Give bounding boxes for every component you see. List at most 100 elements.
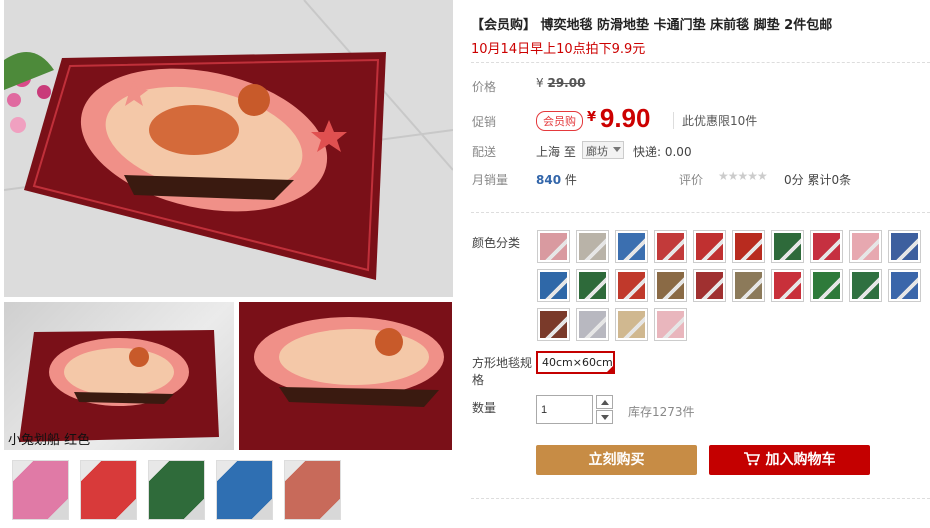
color-swatch[interactable]: [888, 230, 921, 263]
swatch-thumbnail: [540, 311, 567, 338]
swatch-thumbnail: [657, 311, 684, 338]
swatch-thumbnail: [696, 272, 723, 299]
original-price-value: 29.00: [547, 76, 586, 90]
color-swatch[interactable]: [615, 230, 648, 263]
swatch-thumbnail: [657, 233, 684, 260]
size-option-label: 40cm×60cm: [542, 356, 613, 369]
swatch-thumbnail: [852, 233, 879, 260]
swatch-thumbnail: [774, 233, 801, 260]
color-swatch[interactable]: [888, 269, 921, 302]
main-product-image[interactable]: [4, 0, 453, 297]
product-subtitle: 10月14日早上10点拍下9.9元: [471, 42, 646, 57]
color-swatch[interactable]: [849, 230, 882, 263]
swatch-thumbnail: [579, 311, 606, 338]
swatch-thumbnail: [618, 233, 645, 260]
thumbnail-strip: [12, 460, 341, 520]
color-swatch[interactable]: [732, 230, 765, 263]
thumbnail[interactable]: [148, 460, 205, 520]
color-swatch[interactable]: [537, 230, 570, 263]
secondary-image-1[interactable]: 小兔划船 红色: [4, 302, 234, 450]
swatch-thumbnail: [618, 311, 645, 338]
promo-label: 促销: [472, 115, 497, 129]
swatch-thumbnail: [618, 272, 645, 299]
promo-price-value: 9.90: [599, 103, 651, 133]
thumbnail[interactable]: [216, 460, 273, 520]
color-swatch[interactable]: [654, 269, 687, 302]
sales-count: 840: [536, 173, 562, 187]
swatch-thumbnail: [891, 233, 918, 260]
destination-select[interactable]: 廊坊: [582, 141, 624, 159]
quantity-input[interactable]: [536, 395, 593, 424]
thumbnail[interactable]: [284, 460, 341, 520]
currency-symbol: ¥: [587, 110, 597, 125]
color-swatch[interactable]: [576, 269, 609, 302]
color-swatch[interactable]: [576, 308, 609, 341]
sales-unit: 件: [564, 173, 577, 187]
rug-illustration: [239, 302, 452, 450]
color-swatch[interactable]: [849, 269, 882, 302]
divider: [471, 62, 930, 63]
color-swatch[interactable]: [771, 269, 804, 302]
color-swatch[interactable]: [654, 308, 687, 341]
stock-count: 库存1273件: [628, 405, 695, 419]
quantity-label: 数量: [472, 401, 497, 415]
color-swatch[interactable]: [537, 269, 570, 302]
color-swatch-grid: [537, 230, 927, 341]
chevron-down-icon: [613, 147, 621, 152]
quantity-increase-button[interactable]: [596, 395, 613, 409]
original-price: ¥ 29.00: [536, 76, 585, 90]
review-score[interactable]: 0分 累计0条: [784, 171, 851, 188]
shipping-fee: 快递: 0.00: [633, 145, 692, 159]
shipping-label: 配送: [472, 145, 497, 159]
secondary-image-2[interactable]: [239, 302, 452, 450]
product-page: 小兔划船 红色 【会员购】 博奕地毯 防滑地垫 卡通门垫 床前毯 脚垫 2件包邮…: [0, 0, 930, 528]
color-swatch[interactable]: [615, 308, 648, 341]
monthly-sales: 840 件: [536, 171, 577, 188]
monthly-sales-label: 月销量: [472, 173, 509, 187]
swatch-thumbnail: [540, 272, 567, 299]
rug-illustration: [4, 0, 453, 297]
promo-price: ¥ 9.90: [587, 103, 650, 134]
swatch-thumbnail: [735, 233, 762, 260]
swatch-thumbnail: [735, 272, 762, 299]
price-label: 价格: [472, 80, 497, 94]
color-swatch[interactable]: [537, 308, 570, 341]
divider: [471, 212, 930, 213]
ship-from-city: 上海: [536, 145, 561, 159]
quantity-decrease-button[interactable]: [596, 410, 613, 424]
size-label: 方形地毯规格: [472, 356, 533, 387]
thumbnail[interactable]: [12, 460, 69, 520]
color-swatch[interactable]: [615, 269, 648, 302]
color-swatch[interactable]: [810, 269, 843, 302]
color-swatch[interactable]: [810, 230, 843, 263]
swatch-thumbnail: [891, 272, 918, 299]
divider: [471, 498, 930, 499]
thumbnail[interactable]: [80, 460, 137, 520]
color-swatch[interactable]: [693, 269, 726, 302]
member-promo-badge: 会员购: [536, 111, 583, 131]
currency-symbol: ¥: [536, 76, 544, 90]
chevron-down-icon: [601, 415, 609, 420]
ship-to-word: 至: [563, 145, 576, 159]
buy-now-button[interactable]: 立刻购买: [536, 445, 697, 475]
add-to-cart-label: 加入购物车: [765, 452, 836, 468]
swatch-thumbnail: [813, 233, 840, 260]
swatch-thumbnail: [813, 272, 840, 299]
color-swatch[interactable]: [771, 230, 804, 263]
color-swatch[interactable]: [654, 230, 687, 263]
destination-value: 廊坊: [586, 145, 608, 158]
promo-limit-note: 此优惠限10件: [673, 112, 757, 129]
color-swatch[interactable]: [576, 230, 609, 263]
swatch-thumbnail: [696, 233, 723, 260]
selected-check-icon: [605, 364, 615, 374]
color-swatch[interactable]: [693, 230, 726, 263]
add-to-cart-button[interactable]: 加入购物车: [709, 445, 870, 475]
review-label: 评价: [679, 173, 704, 187]
color-swatch[interactable]: [732, 269, 765, 302]
size-option-selected[interactable]: 40cm×60cm: [536, 351, 615, 374]
product-title: 【会员购】 博奕地毯 防滑地垫 卡通门垫 床前毯 脚垫 2件包邮: [471, 18, 833, 33]
ship-from: 上海 至: [536, 143, 576, 160]
swatch-thumbnail: [579, 272, 606, 299]
image-caption: 小兔划船 红色: [8, 433, 91, 448]
swatch-thumbnail: [657, 272, 684, 299]
